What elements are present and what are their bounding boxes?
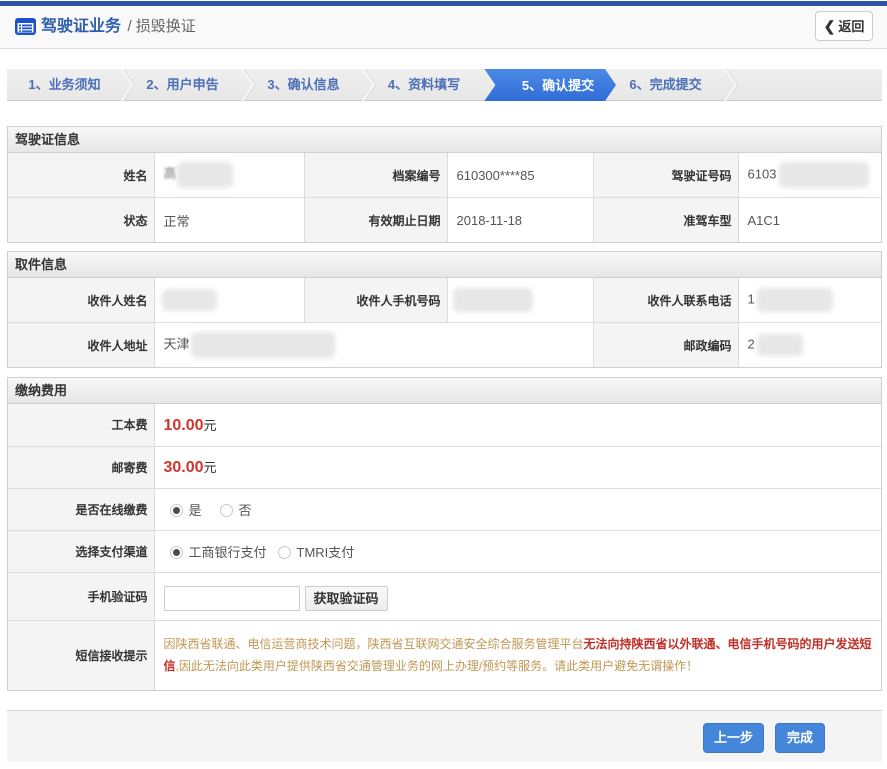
svg-text:5、确认提交: 5、确认提交 xyxy=(522,78,594,93)
